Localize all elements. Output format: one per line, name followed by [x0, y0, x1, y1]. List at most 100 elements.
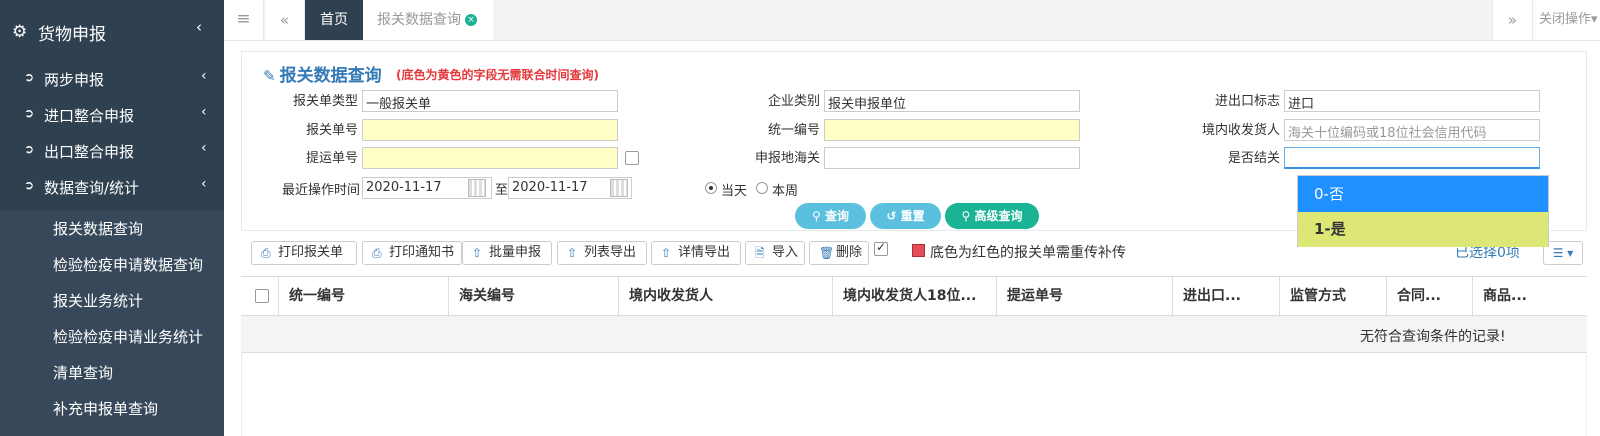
cubes-icon: ⚙: [12, 22, 28, 42]
col-contract[interactable]: 合同...: [1386, 277, 1472, 316]
close-ops-dropdown[interactable]: 关闭操作▾: [1532, 0, 1600, 40]
closed-select[interactable]: [1284, 147, 1540, 169]
columns-toggle-button[interactable]: ☰ ▾: [1543, 241, 1583, 265]
label-consignee: 境内收发货人: [1201, 123, 1280, 138]
print-icon: ⎙: [261, 246, 271, 260]
dropdown-option-no[interactable]: 0-否: [1298, 176, 1548, 212]
import-label: 导入: [772, 245, 799, 260]
check-icon: ✓: [876, 240, 887, 254]
sidebar-item-label: 数据查询/统计: [44, 179, 140, 197]
label-closed: 是否结关: [1227, 151, 1280, 166]
label-customs: 申报地海关: [754, 151, 820, 166]
print-notice-button[interactable]: ⎙ 打印通知书: [362, 241, 462, 265]
radio-week-label: 本周: [772, 184, 799, 199]
chevron-left-icon: ‹: [201, 140, 207, 156]
col-customs-no[interactable]: 海关编号: [448, 277, 618, 316]
toolbar-checkbox[interactable]: ✓: [874, 240, 888, 256]
col-goods[interactable]: 商品...: [1472, 277, 1567, 316]
company-type-select[interactable]: 报关申报单位: [824, 90, 1080, 112]
sidebar-subitem-inspection-query[interactable]: 检验检疫申请数据查询: [0, 246, 224, 282]
print-decl-button[interactable]: ⎙ 打印报关单: [251, 241, 357, 265]
batch-declare-label: 批量申报: [489, 245, 542, 260]
reset-button[interactable]: ↺ 重置: [870, 203, 941, 229]
query-button[interactable]: ⚲ 查询: [795, 203, 866, 229]
ie-flag-select[interactable]: 进口: [1284, 90, 1540, 112]
label-decl-type: 报关单类型: [292, 94, 358, 109]
tab-decl-query[interactable]: 报关数据查询 ×: [363, 0, 493, 40]
search-icon: ⚲: [812, 209, 825, 223]
sidebar: ⚙ 货物申报 ‹ ➲ 两步申报 ‹ ➲ 进口整合申报 ‹ ➲ 出口整合申报 ‹ …: [0, 0, 224, 436]
sidebar-subitem-supplement-query[interactable]: 补充申报单查询: [0, 390, 224, 426]
menu-toggle-icon[interactable]: ≡: [224, 0, 264, 40]
sidebar-item-label: 两步申报: [44, 71, 105, 89]
label-unified-no: 统一编号: [767, 123, 820, 138]
decl-no-input[interactable]: [362, 119, 618, 141]
legend-text: 底色为红色的报关单需重传补传: [930, 245, 1126, 261]
sidebar-subitem-decl-stats[interactable]: 报关业务统计: [0, 282, 224, 318]
batch-declare-button[interactable]: ⇧ 批量申报: [462, 241, 552, 265]
col-unified-no[interactable]: 统一编号: [278, 277, 448, 316]
sign-in-icon: ➲: [24, 106, 35, 120]
sidebar-header[interactable]: ⚙ 货物申报 ‹: [0, 0, 224, 61]
consignee-input[interactable]: 海关十位编码或18位社会信用代码: [1284, 119, 1540, 141]
unified-no-input[interactable]: [824, 119, 1080, 141]
legend-red-swatch: [912, 244, 925, 257]
customs-select[interactable]: [824, 147, 1080, 169]
sign-in-icon: ➲: [24, 70, 35, 84]
dropdown-option-yes[interactable]: 1-是: [1298, 212, 1548, 247]
page-title: ✎ 报关数据查询: [263, 61, 382, 86]
sidebar-item-label: 进口整合申报: [44, 107, 135, 125]
select-all-checkbox[interactable]: [255, 289, 269, 303]
sign-out-icon: ➲: [24, 142, 35, 156]
advanced-query-button[interactable]: ⚲ 高级查询: [945, 203, 1039, 229]
print-notice-label: 打印通知书: [389, 245, 455, 260]
query-button-label: 查询: [824, 209, 849, 223]
sidebar-item-export[interactable]: ➲ 出口整合申报 ‹: [0, 133, 224, 169]
chevron-left-icon: ‹: [201, 68, 207, 84]
panel-note: (底色为黄色的字段无需联合时间查询): [396, 68, 599, 82]
sidebar-subitem-inspection-stats[interactable]: 检验检疫申请业务统计: [0, 318, 224, 354]
calendar-icon[interactable]: [468, 179, 486, 197]
import-button[interactable]: 🗎 导入: [745, 241, 805, 265]
calendar-icon[interactable]: [610, 179, 628, 197]
list-export-button[interactable]: ⇧ 列表导出: [557, 241, 647, 265]
table-body: [241, 353, 1587, 436]
sidebar-subitem-decl-query[interactable]: 报关数据查询: [0, 210, 224, 246]
decl-type-select[interactable]: 一般报关单: [362, 90, 618, 112]
col-consignee[interactable]: 境内收发货人: [618, 277, 832, 316]
tab-home[interactable]: 首页: [305, 0, 363, 40]
label-company-type: 企业类别: [767, 94, 820, 109]
tab-bar: ≡ « 首页 报关数据查询 × » 关闭操作▾: [224, 0, 1600, 41]
sidebar-item-two-step[interactable]: ➲ 两步申报 ‹: [0, 61, 224, 97]
sidebar-item-import[interactable]: ➲ 进口整合申报 ‹: [0, 97, 224, 133]
sidebar-subitem-label: 报关数据查询: [53, 220, 144, 238]
bl-no-input[interactable]: [362, 147, 618, 169]
radio-today[interactable]: [705, 182, 717, 194]
table-header: 统一编号 海关编号 境内收发货人 境内收发货人18位... 提运单号 进出口..…: [241, 276, 1587, 316]
label-decl-no: 报关单号: [305, 123, 358, 138]
radio-week[interactable]: [756, 182, 768, 194]
sign-out-icon: ➲: [24, 178, 35, 192]
reset-button-label: 重置: [900, 209, 925, 223]
tab-scroll-right-icon[interactable]: »: [1492, 0, 1532, 40]
print-icon: ⎙: [372, 246, 382, 260]
edit-icon: ✎: [263, 67, 276, 85]
delete-label: 删除: [836, 245, 863, 260]
sidebar-subitem-label: 报关业务统计: [53, 292, 144, 310]
list-export-label: 列表导出: [584, 245, 637, 260]
tab-scroll-left-icon[interactable]: «: [265, 0, 305, 40]
label-to: 至: [494, 183, 508, 198]
advanced-query-label: 高级查询: [974, 209, 1023, 223]
sidebar-subitem-list-query[interactable]: 清单查询: [0, 354, 224, 390]
col-bl-no[interactable]: 提运单号: [996, 277, 1172, 316]
col-consignee-18[interactable]: 境内收发货人18位...: [832, 277, 996, 316]
col-supervision[interactable]: 监管方式: [1279, 277, 1386, 316]
bl-no-checkbox[interactable]: [625, 151, 639, 165]
detail-export-button[interactable]: ⇧ 详情导出: [651, 241, 741, 265]
sidebar-item-data-query[interactable]: ➲ 数据查询/统计 ‹: [0, 169, 224, 205]
delete-button[interactable]: 🗑 删除: [809, 241, 869, 265]
close-tab-icon[interactable]: ×: [465, 14, 477, 26]
chevron-left-icon: ‹: [196, 18, 202, 36]
app-root: ⚙ 货物申报 ‹ ➲ 两步申报 ‹ ➲ 进口整合申报 ‹ ➲ 出口整合申报 ‹ …: [0, 0, 1600, 436]
col-ie[interactable]: 进出口...: [1172, 277, 1279, 316]
